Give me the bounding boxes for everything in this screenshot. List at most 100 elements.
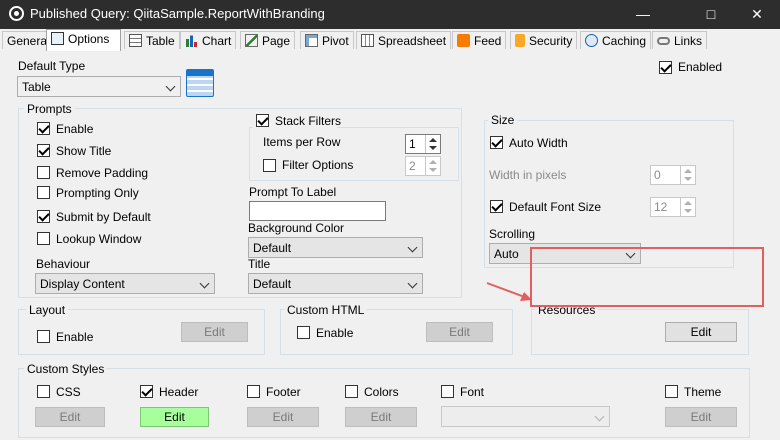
size-legend: Size — [488, 113, 518, 127]
title-bar: Published Query: QiitaSample.ReportWithB… — [0, 0, 780, 29]
tab-label: Security — [529, 34, 573, 48]
tab-label: Table — [146, 34, 175, 48]
custom-html-edit-button[interactable]: Edit — [426, 322, 493, 342]
footer-edit-button[interactable]: Edit — [247, 407, 319, 427]
behaviour-select[interactable]: Display Content — [35, 273, 215, 294]
options-icon — [51, 32, 64, 45]
colors-edit-button[interactable]: Edit — [345, 407, 417, 427]
tab-chart[interactable]: Chart — [180, 31, 237, 49]
footer-label: Footer — [266, 385, 301, 399]
chevron-down-icon — [594, 411, 605, 422]
footer-checkbox[interactable] — [247, 385, 260, 398]
enabled-label: Enabled — [678, 60, 723, 74]
prompt-to-label-input[interactable] — [249, 201, 386, 221]
tab-links[interactable]: Links — [652, 31, 708, 49]
tab-strip: General Options Table Chart Page Pivot S… — [0, 29, 780, 51]
tab-label: Spreadsheet — [378, 34, 447, 48]
scrolling-value: Auto — [494, 247, 519, 261]
spinner-arrows-icon[interactable] — [425, 157, 440, 175]
header-edit-button[interactable]: Edit — [140, 407, 209, 427]
title-label: Title — [248, 257, 271, 271]
background-color-select[interactable]: Default — [248, 237, 423, 258]
spinner-arrows-icon[interactable] — [680, 198, 695, 216]
default-font-size-spinner[interactable]: 12 — [650, 197, 696, 217]
custom-html-enable-checkbox[interactable] — [297, 326, 310, 339]
prompting-only-label: Prompting Only — [56, 186, 139, 200]
prompts-enable-label: Enable — [56, 122, 94, 136]
resources-edit-button[interactable]: Edit — [665, 322, 737, 342]
highlight-box — [530, 247, 764, 307]
tab-pivot[interactable]: Pivot — [300, 31, 354, 49]
filter-options-value: 2 — [409, 159, 416, 173]
auto-width-checkbox[interactable] — [490, 136, 503, 149]
css-label: CSS — [56, 385, 81, 399]
custom-html-legend: Custom HTML — [284, 303, 368, 317]
layout-legend: Layout — [26, 303, 69, 317]
colors-checkbox[interactable] — [345, 385, 358, 398]
tab-table[interactable]: Table — [124, 31, 180, 49]
font-checkbox[interactable] — [441, 385, 454, 398]
enabled-checkbox[interactable] — [659, 61, 672, 74]
theme-checkbox[interactable] — [665, 385, 678, 398]
layout-enable-checkbox[interactable] — [37, 330, 50, 343]
submit-by-default-checkbox[interactable] — [37, 210, 50, 223]
pivot-icon — [305, 34, 318, 47]
css-edit-button[interactable]: Edit — [35, 407, 105, 427]
remove-padding-checkbox[interactable] — [37, 166, 50, 179]
scrolling-label: Scrolling — [489, 227, 536, 241]
tab-label: Chart — [202, 34, 232, 48]
colors-label: Colors — [364, 385, 399, 399]
layout-edit-button[interactable]: Edit — [181, 322, 248, 342]
tab-label: Caching — [602, 34, 647, 48]
page-edit-icon — [245, 34, 258, 47]
minimize-button[interactable]: — — [620, 0, 666, 29]
tab-label: Options — [68, 32, 110, 46]
title-select[interactable]: Default — [248, 273, 423, 294]
default-type-value: Table — [22, 80, 51, 94]
default-font-size-value: 12 — [654, 200, 668, 214]
stack-filters-checkbox[interactable] — [256, 114, 269, 127]
tab-spreadsheet[interactable]: Spreadsheet — [356, 31, 452, 49]
filter-options-spinner[interactable]: 2 — [405, 156, 441, 176]
app-icon — [9, 6, 24, 21]
clock-icon — [585, 34, 598, 47]
maximize-button[interactable]: □ — [688, 0, 734, 29]
chevron-down-icon — [407, 278, 418, 289]
behaviour-value: Display Content — [40, 277, 125, 291]
behaviour-label: Behaviour — [36, 257, 91, 271]
chevron-down-icon — [199, 278, 210, 289]
spinner-arrows-icon[interactable] — [680, 166, 695, 184]
filter-options-label: Filter Options — [282, 158, 354, 172]
font-label: Font — [460, 385, 485, 399]
filter-options-checkbox[interactable] — [263, 159, 276, 172]
close-button[interactable]: ✕ — [734, 0, 780, 29]
theme-edit-button[interactable]: Edit — [665, 407, 737, 427]
default-type-label: Default Type — [18, 59, 86, 73]
css-checkbox[interactable] — [37, 385, 50, 398]
lookup-window-checkbox[interactable] — [37, 232, 50, 245]
tab-security[interactable]: Security — [510, 31, 578, 49]
width-in-pixels-label: Width in pixels — [489, 168, 567, 182]
calendar-icon[interactable] — [186, 69, 214, 97]
default-type-select[interactable]: Table — [17, 76, 181, 97]
show-title-checkbox[interactable] — [37, 144, 50, 157]
header-checkbox[interactable] — [140, 385, 153, 398]
font-select[interactable] — [441, 406, 610, 427]
tab-feed[interactable]: Feed — [452, 31, 507, 49]
default-font-size-checkbox[interactable] — [490, 200, 503, 213]
custom-html-enable-label: Enable — [316, 326, 354, 340]
tab-page[interactable]: Page — [240, 31, 296, 49]
custom-styles-legend: Custom Styles — [24, 362, 108, 376]
red-arrow-annotation — [486, 282, 532, 301]
custom-styles-group — [18, 368, 750, 438]
tab-label: Pivot — [322, 34, 349, 48]
spreadsheet-icon — [361, 34, 374, 47]
tab-options[interactable]: Options — [46, 29, 121, 51]
stack-filters-label: Stack Filters — [275, 114, 342, 128]
prompts-enable-checkbox[interactable] — [37, 122, 50, 135]
tab-caching[interactable]: Caching — [580, 31, 652, 49]
items-per-row-spinner[interactable]: 1 — [405, 134, 441, 154]
width-in-pixels-spinner[interactable]: 0 — [650, 165, 696, 185]
prompting-only-checkbox[interactable] — [37, 186, 50, 199]
spinner-arrows-icon[interactable] — [425, 135, 440, 153]
